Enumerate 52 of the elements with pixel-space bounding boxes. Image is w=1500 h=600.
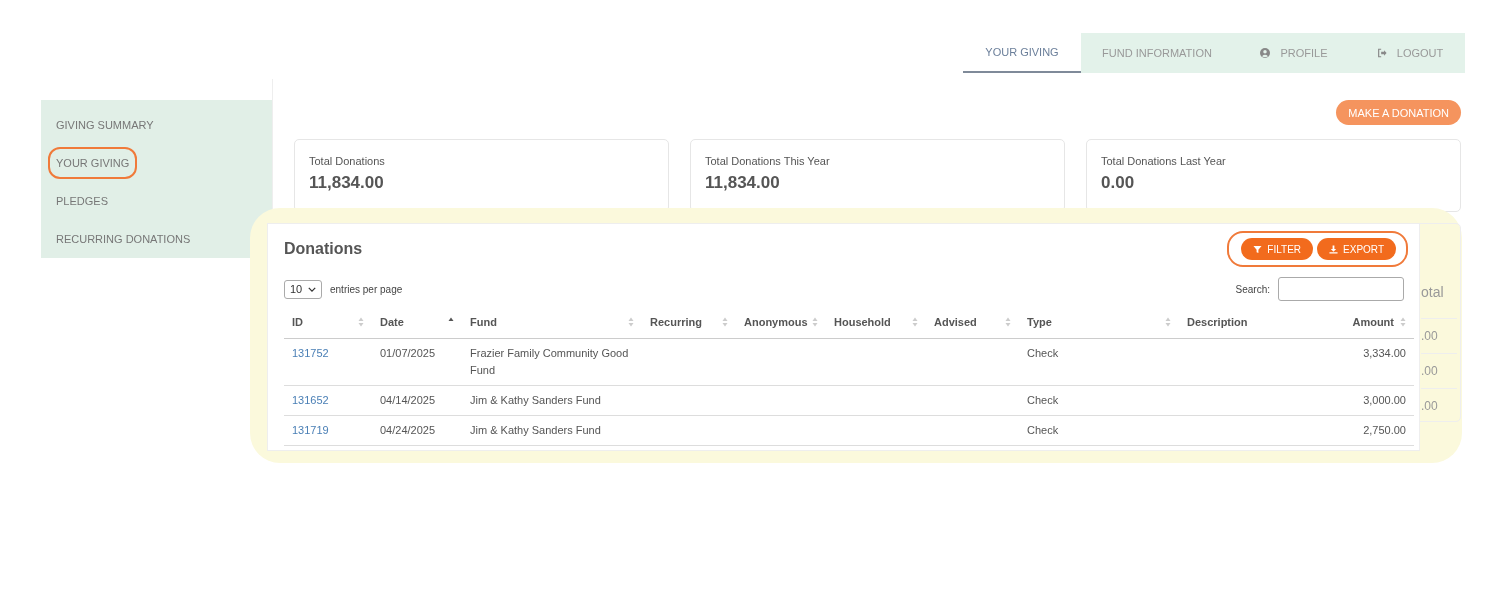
column-header[interactable]: Type <box>1027 316 1052 328</box>
column-header[interactable]: Recurring <box>650 316 702 328</box>
donation-id-link[interactable]: 131652 <box>292 394 329 406</box>
page-size-select[interactable]: 10 <box>284 279 322 299</box>
column-heading: otal <box>1421 284 1445 302</box>
table-cell: 2,750.00 <box>1363 424 1406 436</box>
make-donation-button[interactable]: MAKE A DONATION <box>1336 100 1461 125</box>
table-cell: Jim & Kathy Sanders Fund <box>470 424 601 436</box>
table-cell: Frazier Family Community Good Fund <box>470 347 629 376</box>
user-icon <box>1260 48 1271 58</box>
nav-tab[interactable]: PROFILE <box>1233 33 1355 73</box>
column-header[interactable]: ID <box>292 316 303 328</box>
chevron-icon <box>308 286 316 292</box>
download-icon <box>1329 244 1339 254</box>
column-header[interactable]: Date <box>380 316 404 328</box>
column-header[interactable]: Anonymous <box>744 316 808 328</box>
filter-icon <box>1253 244 1263 254</box>
table-cell: 3,000.00 <box>1363 394 1406 406</box>
table-cell: 04/14/2025 <box>380 394 436 406</box>
sidebar-item[interactable]: YOUR GIVING <box>48 146 138 180</box>
table-cell: Jim & Kathy Sanders Fund <box>470 394 601 406</box>
toolbar-button[interactable]: FILTER <box>1241 238 1314 260</box>
column-header[interactable]: Fund <box>470 316 497 328</box>
page-size-label: entries per page <box>330 283 403 295</box>
column-header[interactable]: Description <box>1187 316 1248 328</box>
sidebar-item[interactable]: PLEDGES <box>48 181 116 220</box>
donation-id-link[interactable]: 131752 <box>292 347 329 359</box>
search-label: Search: <box>1235 283 1270 295</box>
search-field[interactable] <box>1278 277 1404 301</box>
table-cell: Check <box>1027 394 1059 406</box>
donation-id-link[interactable]: 131719 <box>292 424 329 436</box>
column-header[interactable]: Amount <box>1352 316 1394 328</box>
table-cell: 04/24/2025 <box>380 424 436 436</box>
sidebar-item[interactable]: RECURRING DONATIONS <box>48 219 199 258</box>
column-header[interactable]: Advised <box>934 316 977 328</box>
table-cell: 01/07/2025 <box>380 347 436 359</box>
panel-title: Donations <box>284 240 363 258</box>
table-cell: 3,334.00 <box>1363 347 1406 359</box>
toolbar-button[interactable]: EXPORT <box>1317 238 1396 260</box>
nav-tab[interactable]: LOGOUT <box>1355 33 1465 73</box>
card-label: Total Donations This Year <box>705 155 831 167</box>
sidebar-item[interactable]: GIVING SUMMARY <box>48 106 162 145</box>
table-cell: Check <box>1027 424 1059 436</box>
card-value: 0.00 <box>1101 173 1136 193</box>
card-label: Total Donations <box>309 155 386 167</box>
column-header[interactable]: Household <box>834 316 891 328</box>
card-label: Total Donations Last Year <box>1101 155 1227 167</box>
table-cell: Check <box>1027 347 1059 359</box>
card-value: 11,834.00 <box>705 173 781 193</box>
nav-tab[interactable]: FUND INFORMATION <box>1081 33 1233 73</box>
logout-icon <box>1376 48 1387 58</box>
card-value: 11,834.00 <box>309 173 385 193</box>
